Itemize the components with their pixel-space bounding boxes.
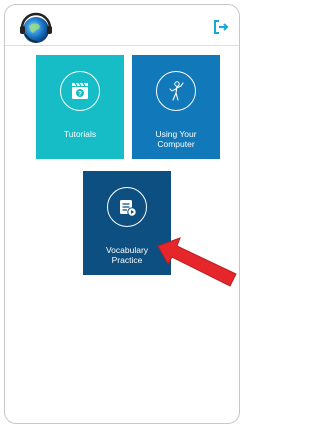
- tile-label: Using Your Computer: [155, 129, 197, 149]
- list-play-icon: [107, 187, 147, 227]
- logout-icon[interactable]: [213, 19, 229, 35]
- using-your-computer-tile[interactable]: Using Your Computer: [132, 55, 220, 159]
- tutorials-tile[interactable]: ? Tutorials: [36, 55, 124, 159]
- app-frame: ? Tutorials Using Your Computer Vocabula…: [4, 4, 240, 424]
- clapperboard-question-icon: ?: [60, 71, 100, 111]
- tile-label: Vocabulary Practice: [105, 245, 149, 265]
- top-bar: [5, 5, 239, 46]
- headset-globe-logo-icon: [20, 12, 52, 43]
- svg-text:?: ?: [78, 91, 82, 98]
- red-arrow-icon: [158, 237, 237, 287]
- person-gesturing-icon: [156, 71, 196, 111]
- tile-label: Tutorials: [63, 129, 97, 139]
